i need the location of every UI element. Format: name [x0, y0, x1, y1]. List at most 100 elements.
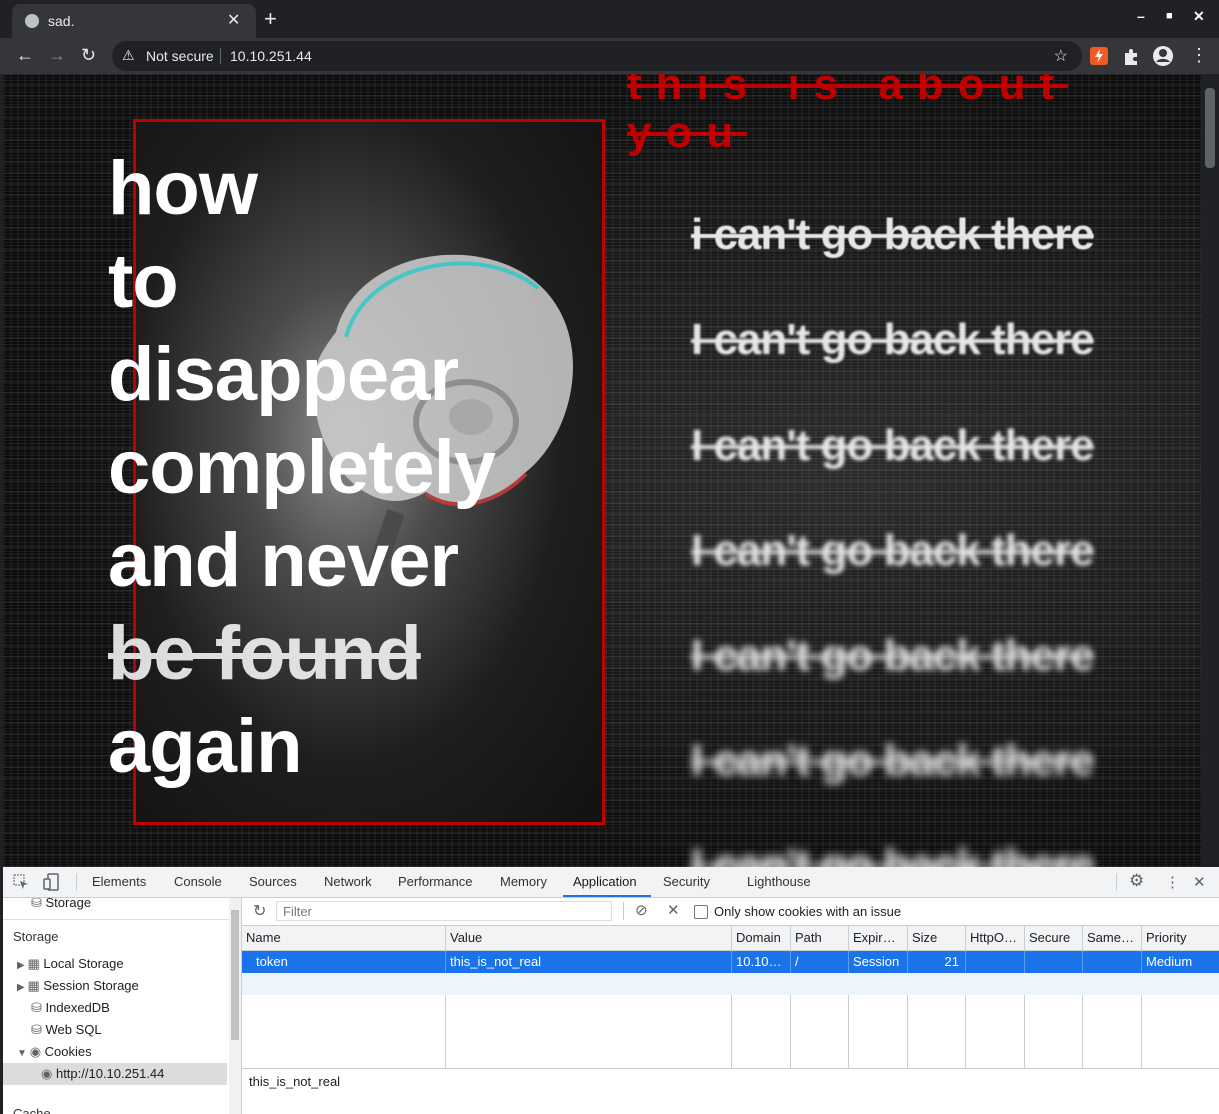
puzzle-icon[interactable] [1122, 47, 1140, 65]
sidebar-item-web-sql[interactable]: ⛁ Web SQL [31, 1019, 102, 1041]
scroll-thumb[interactable] [1205, 88, 1215, 168]
close-devtools-icon[interactable]: ✕ [1193, 873, 1206, 891]
echo-line: I can't go back there [691, 736, 1095, 785]
tab-network[interactable]: Network [324, 874, 372, 889]
heading-line: and never [108, 518, 459, 603]
column-header-expires[interactable]: Expir… [849, 926, 908, 950]
column-header-domain[interactable]: Domain [732, 926, 791, 950]
tab-close-icon[interactable]: ✕ [227, 10, 240, 30]
sidebar-item-session-storage[interactable]: ▶ ▦ Session Storage [17, 975, 139, 997]
sidebar-item-label: http://10.10.251.44 [55, 1066, 165, 1081]
security-label[interactable]: Not secure [146, 48, 214, 64]
forward-button[interactable]: → [48, 44, 66, 66]
scroll-thumb[interactable] [231, 910, 239, 1040]
sidebar-item-label: Cookies [44, 1044, 92, 1059]
cell-expires[interactable]: Session [849, 951, 908, 973]
title-bar: sad. ✕ + – ■ ✕ [0, 0, 1219, 38]
sidebar-section-title-partial: Cache [13, 1106, 51, 1114]
web-page: this is about you how to disappear compl… [3, 74, 1201, 867]
close-window-button[interactable]: ✕ [1193, 8, 1205, 25]
cell-domain[interactable]: 10.10… [732, 951, 791, 973]
warning-icon[interactable]: ⚠ [122, 47, 135, 64]
filter-input[interactable]: Filter [276, 901, 612, 921]
tab-title: sad. [48, 13, 75, 29]
echo-line: I can't go back there [691, 421, 1095, 470]
cookie-toolbar: ↻ Filter ⊘ ✕ Only show cookies with an i… [242, 898, 1219, 926]
menu-kebab-icon[interactable]: ⋮ [1190, 44, 1208, 66]
column-header-name[interactable]: Name [242, 926, 446, 950]
device-toolbar-icon[interactable] [43, 873, 61, 891]
delete-selected-icon[interactable]: ✕ [667, 901, 680, 919]
echo-line: i can't go back there [691, 210, 1095, 259]
cell-value[interactable]: this_is_not_real [446, 951, 732, 973]
devtools-panel: Elements Console Sources Network Perform… [3, 867, 1219, 1114]
address-bar[interactable]: ⚠ Not secure 10.10.251.44 ☆ [112, 41, 1082, 71]
sidebar-item-label: Local Storage [43, 956, 124, 971]
only-issues-label: Only show cookies with an issue [714, 904, 902, 919]
column-header-samesite[interactable]: Same… [1083, 926, 1142, 950]
sidebar-item-cookies[interactable]: ▼ ◉ Cookies [17, 1041, 92, 1063]
tab-application[interactable]: Application [573, 874, 637, 889]
sidebar-item-local-storage[interactable]: ▶ ▦ Local Storage [17, 953, 124, 975]
active-tab-indicator [563, 895, 651, 897]
extension-icon[interactable] [1090, 47, 1108, 65]
tab-memory[interactable]: Memory [500, 874, 547, 889]
echo-line: I can't go back there [691, 315, 1095, 364]
page-scrollbar[interactable] [1201, 74, 1219, 867]
devtools-tab-bar: Elements Console Sources Network Perform… [3, 867, 1219, 898]
cell-secure[interactable] [1025, 951, 1083, 973]
column-header-httponly[interactable]: HttpO… [966, 926, 1025, 950]
reload-button[interactable]: ↻ [81, 44, 96, 66]
browser-tab[interactable]: sad. ✕ [12, 4, 256, 38]
refresh-icon[interactable]: ↻ [253, 901, 266, 921]
cell-priority[interactable]: Medium [1142, 951, 1219, 973]
sidebar-item-indexeddb[interactable]: ⛁ IndexedDB [31, 997, 110, 1019]
tab-security[interactable]: Security [663, 874, 710, 889]
sidebar-item-label: Storage [45, 898, 92, 910]
cell-name[interactable]: token [242, 951, 446, 973]
sidebar-item-cookie-origin[interactable]: ◉ http://10.10.251.44 [3, 1063, 227, 1085]
tab-lighthouse[interactable]: Lighthouse [747, 874, 811, 889]
sidebar-item-label: Session Storage [43, 978, 139, 993]
column-header-secure[interactable]: Secure [1025, 926, 1083, 950]
bookmark-star-icon[interactable]: ☆ [1054, 46, 1068, 66]
devtools-menu-icon[interactable]: ⋮ [1165, 873, 1180, 891]
back-button[interactable]: ← [16, 44, 34, 66]
url-text[interactable]: 10.10.251.44 [230, 48, 312, 64]
red-strike-line: you [627, 108, 748, 157]
sidebar-item-storage-partial[interactable]: ⛁ Storage [31, 898, 91, 914]
empty-table-row[interactable] [242, 973, 1219, 995]
cell-samesite[interactable] [1083, 951, 1142, 973]
echo-line: I can't go back there [691, 631, 1095, 680]
minimize-button[interactable]: – [1137, 8, 1145, 24]
cookies-table: Name Value Domain Path Expir… Size HttpO… [242, 926, 1219, 1068]
table-row[interactable]: token this_is_not_real 10.10… / Session … [242, 951, 1219, 973]
heading-line: again [108, 704, 302, 789]
new-tab-button[interactable]: + [264, 6, 277, 32]
column-header-path[interactable]: Path [791, 926, 849, 950]
heading-line: how [108, 146, 258, 231]
tab-console[interactable]: Console [174, 874, 222, 889]
column-header-size[interactable]: Size [908, 926, 966, 950]
sidebar-scrollbar[interactable] [229, 898, 241, 1114]
cell-size[interactable]: 21 [908, 951, 966, 973]
tab-sources[interactable]: Sources [249, 874, 297, 889]
heading-line: completely [108, 425, 496, 510]
heading-line: disappear [108, 332, 459, 417]
cell-httponly[interactable] [966, 951, 1025, 973]
settings-gear-icon[interactable]: ⚙ [1129, 871, 1144, 891]
inspect-element-icon[interactable] [13, 874, 29, 890]
column-header-value[interactable]: Value [446, 926, 732, 950]
maximize-button[interactable]: ■ [1166, 10, 1173, 22]
divider [3, 919, 229, 920]
heading-line-struck: be found [108, 611, 422, 696]
tab-elements[interactable]: Elements [92, 874, 146, 889]
profile-icon[interactable] [1152, 45, 1174, 67]
clear-all-icon[interactable]: ⊘ [635, 901, 648, 919]
only-issues-checkbox[interactable] [694, 905, 708, 919]
tab-performance[interactable]: Performance [398, 874, 472, 889]
cell-path[interactable]: / [791, 951, 849, 973]
divider [220, 48, 221, 64]
column-header-priority[interactable]: Priority [1142, 926, 1219, 950]
browser-toolbar: ← → ↻ ⚠ Not secure 10.10.251.44 ☆ ⋮ [0, 38, 1219, 74]
